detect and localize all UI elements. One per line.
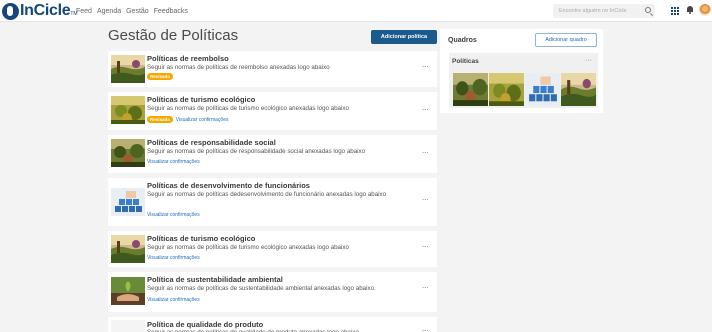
board-more-options-icon[interactable]: ···: [585, 57, 592, 64]
page-title: Gestão de Políticas: [108, 27, 239, 44]
policy-meta: Visualizar confirmações: [147, 212, 200, 218]
policy-description: Seguir as normas de políticas dedesenvol…: [147, 191, 387, 198]
more-options-icon[interactable]: ···: [421, 243, 429, 253]
grapes-image: [111, 96, 145, 124]
add-policy-button[interactable]: Adicionar política: [371, 30, 437, 44]
policy-title: Política de sustentabilidade ambiental: [147, 275, 283, 284]
more-options-icon[interactable]: ···: [421, 106, 429, 116]
policy-card[interactable]: Política de sustentabilidade ambiental Se…: [108, 272, 437, 312]
policy-card[interactable]: Políticas de turismo ecológico Seguir as …: [108, 231, 437, 267]
people-blocks-image: [525, 73, 560, 106]
logo-text: InCicle: [20, 2, 71, 19]
people-blocks-image: [111, 188, 145, 216]
board-title: Políticas: [452, 58, 479, 65]
policy-card[interactable]: Política de qualidade do produtoSeguir a…: [108, 317, 437, 332]
boards-title: Quadros: [448, 37, 477, 44]
policy-title: Políticas de turismo ecológico: [147, 234, 256, 243]
policy-card[interactable]: Políticas de turismo ecológico Seguir as …: [108, 92, 437, 130]
view-confirmations-link[interactable]: Visualizar confirmações: [147, 212, 200, 218]
view-confirmations-link[interactable]: Visualizar confirmações: [147, 255, 200, 261]
vineyard-image: [561, 73, 596, 106]
status-badge: Revisada: [147, 73, 173, 80]
more-options-icon[interactable]: ···: [421, 284, 429, 294]
logo-mark-icon: [2, 2, 19, 20]
nav-item-agenda[interactable]: Agenda: [97, 8, 121, 15]
view-confirmations-link[interactable]: Visualizar confirmações: [147, 297, 200, 303]
user-avatar[interactable]: [699, 4, 711, 16]
plant-hands-image: [111, 277, 145, 305]
policy-title: Políticas de reembolso: [147, 54, 229, 63]
search-input[interactable]: [559, 8, 639, 14]
top-navbar: InCicle TM Feed Agenda Gestão Feedbacks: [0, 0, 712, 22]
policy-title: Política de qualidade do produto: [147, 320, 264, 329]
policy-description: Seguir as normas de políticas de sustent…: [147, 285, 376, 292]
vineyard-image: [111, 55, 145, 83]
harvest-image: [453, 73, 488, 106]
vineyard-image: [111, 235, 145, 263]
view-confirmations-link[interactable]: Visualizar confirmações: [176, 117, 229, 123]
policy-title: Políticas de turismo ecológico: [147, 95, 256, 104]
apps-grid-icon[interactable]: [671, 7, 679, 15]
status-badge: Revisada: [147, 116, 173, 123]
handshake-image: [111, 320, 145, 332]
nav-item-feed[interactable]: Feed: [76, 8, 92, 15]
boards-panel: Quadros Adicionar quadro Políticas ···: [440, 29, 603, 113]
search-box: [553, 4, 655, 18]
policy-description: Seguir as normas de políticas de respons…: [147, 148, 366, 155]
policy-meta: Revisada: [147, 73, 173, 80]
policy-card[interactable]: Políticas de reembolso Seguir as normas d…: [108, 51, 437, 87]
policy-title: Políticas de desenvolvimento de funcioná…: [147, 181, 310, 190]
board-thumbnails: [453, 73, 596, 106]
policy-description: Seguir as normas de políticas de reembol…: [147, 64, 330, 71]
policy-description: Seguir as normas de políticas de turismo…: [147, 244, 349, 251]
board-card[interactable]: Políticas ···: [449, 53, 598, 108]
add-board-button[interactable]: Adicionar quadro: [535, 33, 597, 47]
view-confirmations-link[interactable]: Visualizar confirmações: [147, 159, 200, 165]
notifications-bell-icon[interactable]: [687, 6, 693, 14]
policy-title: Políticas de responsabilidade social: [147, 138, 276, 147]
more-options-icon[interactable]: ···: [421, 196, 429, 206]
policy-card[interactable]: Políticas de responsabilidade social Segu…: [108, 135, 437, 173]
policy-meta: Visualizar confirmações: [147, 255, 200, 261]
policy-card[interactable]: Políticas de desenvolvimento de funcioná…: [108, 178, 437, 226]
grapes-image: [489, 73, 524, 106]
more-options-icon[interactable]: ···: [421, 63, 429, 73]
search-icon[interactable]: [645, 7, 651, 13]
policy-meta: Visualizar confirmações: [147, 159, 200, 165]
harvest-image: [111, 139, 145, 167]
policy-description: Seguir as normas de políticas de turismo…: [147, 105, 349, 112]
incicle-logo[interactable]: InCicle TM: [2, 2, 78, 20]
nav-item-gestao[interactable]: Gestão: [126, 8, 149, 15]
more-options-icon[interactable]: ···: [421, 149, 429, 159]
main-nav: Feed Agenda Gestão Feedbacks: [76, 0, 188, 22]
policy-meta: Revisada Visualizar confirmações: [147, 116, 228, 123]
policy-meta: Visualizar confirmações: [147, 297, 200, 303]
nav-item-feedbacks[interactable]: Feedbacks: [154, 8, 188, 15]
